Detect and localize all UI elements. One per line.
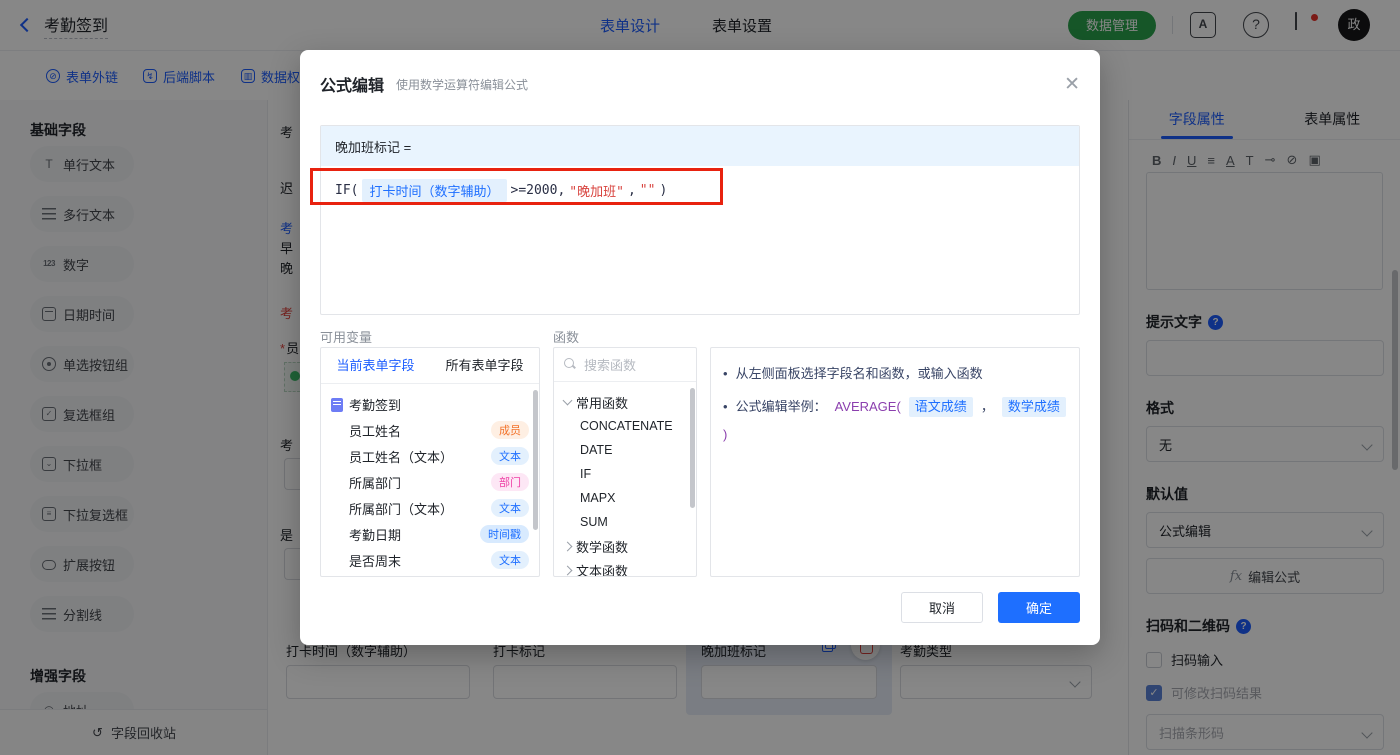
function-search[interactable]: 搜索函数 (554, 348, 696, 382)
formula-string-true: "晚加班" (569, 185, 624, 200)
type-badge: 文本 (491, 499, 529, 517)
function-item[interactable]: SUM (564, 510, 686, 534)
help-panel: • 从左侧面板选择字段名和函数，或输入函数 • 公式编辑举例： AVERAGE(… (710, 347, 1080, 577)
type-badge: 成员 (491, 421, 529, 439)
chevron-down-icon (562, 395, 573, 406)
variable-row[interactable]: 考勤日期 时间戳 (331, 521, 529, 547)
type-badge: 部门 (491, 473, 529, 491)
tab-all-form-fields[interactable]: 所有表单字段 (430, 348, 539, 383)
type-badge: 时间戳 (480, 525, 529, 543)
variable-row[interactable]: 所属部门 部门 (331, 469, 529, 495)
modal-title: 公式编辑 (320, 78, 385, 95)
example-field-chip: 语文成绩 (908, 397, 973, 417)
variable-row[interactable]: 员工姓名 成员 (331, 417, 529, 443)
variables-tree: 考勤签到 员工姓名 成员 员工姓名（文本） 文本 所属部门 部门 所属部门（文本… (321, 384, 539, 576)
modal-subtitle: 使用数学运算符编辑公式 (396, 77, 529, 92)
formula-comma: , (627, 183, 636, 198)
variable-row[interactable]: 是否周末 文本 (331, 547, 529, 573)
function-group-math[interactable]: 数学函数 (562, 534, 686, 558)
search-icon (564, 358, 577, 371)
modal-header: 公式编辑 使用数学运算符编辑公式 ✕ (300, 50, 1100, 96)
formula-editor: 晚加班标记 = IF( 打卡时间（数字辅助） >=2000, "晚加班", "") (320, 125, 1080, 315)
tab-current-form-fields[interactable]: 当前表单字段 (321, 348, 430, 383)
formula-string-false: "" (639, 183, 656, 198)
type-badge: 文本 (491, 447, 529, 465)
variables-label: 可用变量 (320, 330, 373, 345)
formula-close: ) (659, 183, 668, 198)
cancel-button[interactable]: 取消 (901, 592, 983, 623)
variable-row[interactable]: 员工姓名（文本） 文本 (331, 443, 529, 469)
function-item[interactable]: CONCATENATE (564, 414, 686, 438)
confirm-button[interactable]: 确定 (998, 592, 1080, 623)
app: 考勤签到 表单设计 表单设置 数据管理 A ? 政 ⊘ 表单外链 ↯ 后端脚本 … (0, 0, 1400, 755)
formula-fn: IF( (335, 183, 359, 198)
search-placeholder: 搜索函数 (584, 358, 637, 373)
modal-footer: 取消 确定 (901, 592, 1080, 623)
function-item[interactable]: MAPX (564, 486, 686, 510)
functions-tree: 常用函数 CONCATENATE DATE IF MAPX SUM 数学函数 文… (554, 382, 696, 576)
example-field-chip: 数学成绩 (1001, 397, 1066, 417)
help-line-1: • 从左侧面板选择字段名和函数，或输入函数 (723, 366, 983, 381)
help-line-2: • 公式编辑举例： AVERAGE( 语文成绩 ， 数学成绩 ) (723, 397, 1071, 445)
example-close: ) (723, 427, 728, 442)
scrollbar-thumb[interactable] (533, 390, 538, 530)
functions-label: 函数 (553, 330, 580, 345)
function-item[interactable]: IF (564, 462, 686, 486)
formula-input[interactable]: IF( 打卡时间（数字辅助） >=2000, "晚加班", "") (321, 166, 1079, 215)
variables-panel: 当前表单字段 所有表单字段 考勤签到 员工姓名 成员 员工姓名（文本） 文本 所… (320, 347, 540, 577)
formula-target: 晚加班标记 = (321, 126, 1079, 166)
chevron-right-icon (562, 565, 573, 575)
tree-root-form[interactable]: 考勤签到 (331, 392, 529, 417)
formula-field-token[interactable]: 打卡时间（数字辅助） (362, 179, 507, 202)
function-group-common[interactable]: 常用函数 (562, 390, 686, 414)
chevron-right-icon (562, 541, 573, 551)
function-group-text[interactable]: 文本函数 (562, 558, 686, 576)
form-icon (331, 397, 343, 412)
scrollbar-thumb[interactable] (690, 388, 695, 508)
functions-panel: 搜索函数 常用函数 CONCATENATE DATE IF MAPX SUM 数… (553, 347, 697, 577)
example-fn: AVERAGE( (834, 399, 901, 414)
type-badge: 文本 (491, 551, 529, 569)
formula-condition: >=2000, (510, 183, 566, 198)
close-icon[interactable]: ✕ (1064, 75, 1080, 94)
variables-tabs: 当前表单字段 所有表单字段 (321, 348, 539, 384)
formula-editor-modal: 公式编辑 使用数学运算符编辑公式 ✕ 晚加班标记 = IF( 打卡时间（数字辅助… (300, 50, 1100, 645)
function-item[interactable]: DATE (564, 438, 686, 462)
variable-row[interactable]: 所属部门（文本） 文本 (331, 495, 529, 521)
